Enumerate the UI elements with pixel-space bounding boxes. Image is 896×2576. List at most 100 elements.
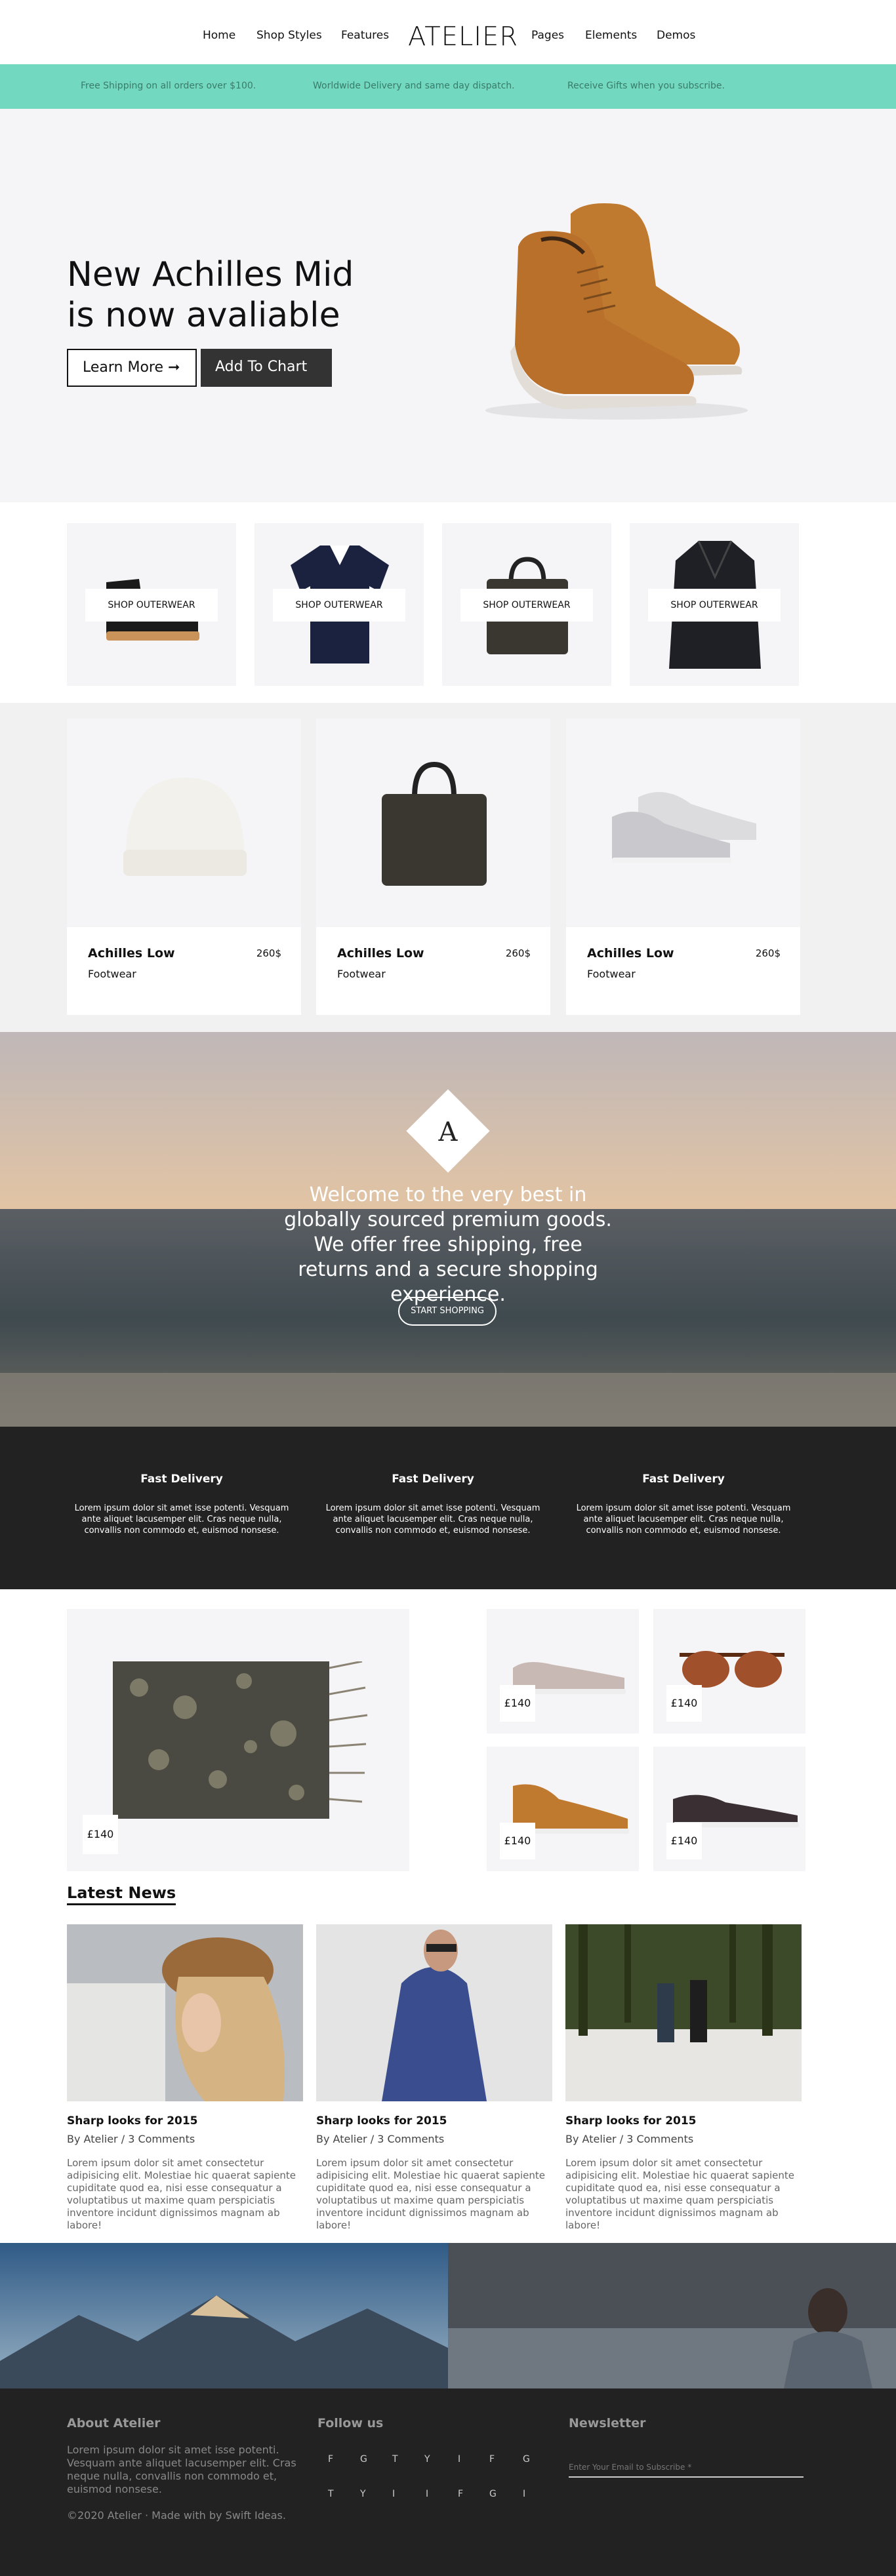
news-card[interactable]: Sharp looks for 2015 By Atelier / 3 Comm… bbox=[67, 1924, 303, 2232]
promo-bar: Free Shipping on all orders over $100. W… bbox=[0, 64, 896, 109]
product-card[interactable]: Achilles Low 260$ Footwear bbox=[67, 719, 301, 1015]
shop-item-small[interactable]: £140 bbox=[653, 1609, 805, 1734]
nav-home[interactable]: Home bbox=[203, 29, 235, 42]
news-body: Lorem ipsum dolor sit amet consectetur a… bbox=[565, 2157, 794, 2231]
category-tile-1[interactable]: SHOP OUTERWEAR bbox=[67, 523, 236, 686]
product-name[interactable]: Achilles Low bbox=[587, 946, 674, 961]
product-name[interactable]: Achilles Low bbox=[88, 946, 175, 961]
sneakers-icon bbox=[612, 792, 756, 863]
latest-news-heading: Latest News bbox=[67, 1884, 176, 1905]
price-tag: £140 bbox=[500, 1685, 535, 1722]
hero-banner: A Welcome to the very best in globally s… bbox=[0, 1032, 896, 1427]
feature-title: Fast Delivery bbox=[392, 1473, 474, 1486]
man-jacket-photo bbox=[316, 1924, 552, 2101]
news-title[interactable]: Sharp looks for 2015 bbox=[67, 2114, 303, 2128]
news-title[interactable]: Sharp looks for 2015 bbox=[565, 2114, 802, 2128]
site-header: Home Shop Styles Features ATELIER Pages … bbox=[0, 0, 896, 64]
social-link[interactable]: I bbox=[392, 2489, 395, 2499]
product-card[interactable]: Achilles Low 260$ Footwear bbox=[566, 719, 800, 1015]
nav-features[interactable]: Features bbox=[341, 29, 389, 42]
copyright-text: ©2020 Atelier · Made with by Swift Ideas… bbox=[67, 2509, 286, 2522]
news-card[interactable]: Sharp looks for 2015 By Atelier / 3 Comm… bbox=[316, 1924, 552, 2232]
learn-more-button[interactable]: Learn More ➞ bbox=[67, 349, 197, 387]
nav-shop-styles[interactable]: Shop Styles bbox=[256, 29, 322, 42]
product-name[interactable]: Achilles Low bbox=[337, 946, 424, 961]
social-link[interactable]: I bbox=[458, 2454, 460, 2465]
price-tag: £140 bbox=[666, 1823, 702, 1859]
promo-delivery: Worldwide Delivery and same day dispatch… bbox=[313, 81, 515, 91]
social-link[interactable]: F bbox=[328, 2454, 333, 2465]
product-image[interactable] bbox=[316, 719, 550, 927]
bag-icon bbox=[382, 761, 487, 886]
price-tag: £140 bbox=[666, 1685, 702, 1722]
site-logo[interactable]: ATELIER bbox=[408, 22, 518, 52]
beanie-icon bbox=[123, 778, 247, 876]
product-category: Footwear bbox=[88, 968, 136, 980]
product-image[interactable] bbox=[67, 719, 301, 927]
snowy-forest-photo bbox=[565, 1924, 802, 2101]
newsletter-heading: Newsletter bbox=[569, 2416, 646, 2430]
gallery-photos bbox=[0, 2243, 896, 2388]
feature-body: Lorem ipsum dolor sit amet isse potenti.… bbox=[74, 1503, 289, 1536]
feature-item: Fast Delivery Lorem ipsum dolor sit amet… bbox=[64, 1473, 300, 1536]
news-title[interactable]: Sharp looks for 2015 bbox=[316, 2114, 552, 2128]
social-link[interactable]: Y bbox=[424, 2454, 430, 2465]
category-label[interactable]: SHOP OUTERWEAR bbox=[460, 589, 593, 622]
product-price: 260$ bbox=[256, 947, 281, 959]
social-link[interactable]: I bbox=[426, 2489, 428, 2499]
category-label[interactable]: SHOP OUTERWEAR bbox=[273, 589, 405, 622]
news-body: Lorem ipsum dolor sit amet consectetur a… bbox=[67, 2157, 296, 2231]
news-meta: By Atelier / 3 Comments bbox=[565, 2133, 694, 2145]
nav-demos[interactable]: Demos bbox=[657, 29, 695, 42]
nav-pages[interactable]: Pages bbox=[531, 29, 564, 42]
add-to-chart-button[interactable]: Add To Chart bbox=[201, 349, 332, 387]
follow-heading: Follow us bbox=[317, 2416, 384, 2430]
social-link[interactable]: I bbox=[523, 2489, 525, 2499]
promo-shipping: Free Shipping on all orders over $100. bbox=[81, 81, 256, 91]
product-price: 260$ bbox=[505, 947, 531, 959]
shop-item-small[interactable]: £140 bbox=[487, 1747, 639, 1871]
shop-item-small[interactable]: £140 bbox=[653, 1747, 805, 1871]
news-card[interactable]: Sharp looks for 2015 By Atelier / 3 Comm… bbox=[565, 1924, 802, 2232]
category-tile-2[interactable]: SHOP OUTERWEAR bbox=[255, 523, 424, 686]
social-link[interactable]: G bbox=[523, 2454, 530, 2465]
social-link[interactable]: F bbox=[489, 2454, 495, 2465]
social-link[interactable]: G bbox=[360, 2454, 367, 2465]
nav-elements[interactable]: Elements bbox=[585, 29, 637, 42]
atelier-emblem-icon: A bbox=[406, 1089, 490, 1173]
social-link[interactable]: T bbox=[328, 2489, 334, 2499]
social-link[interactable]: G bbox=[489, 2489, 497, 2499]
banner-text: Welcome to the very best in globally sou… bbox=[284, 1183, 612, 1306]
newsletter-email-input[interactable] bbox=[569, 2458, 804, 2478]
product-category: Footwear bbox=[587, 968, 636, 980]
start-shopping-button[interactable]: START SHOPPING bbox=[398, 1297, 497, 1326]
woman-hat-photo bbox=[67, 1924, 303, 2101]
product-price: 260$ bbox=[755, 947, 781, 959]
features-section: Fast Delivery Lorem ipsum dolor sit amet… bbox=[0, 1427, 896, 1589]
hero-title: New Achilles Mid is now avaliable bbox=[67, 254, 408, 336]
hero-title-line2: is now avaliable bbox=[67, 296, 340, 335]
shop-item-large[interactable]: £140 bbox=[67, 1609, 409, 1871]
category-tile-4[interactable]: SHOP OUTERWEAR bbox=[630, 523, 799, 686]
news-meta: By Atelier / 3 Comments bbox=[316, 2133, 445, 2145]
scarf-icon bbox=[113, 1661, 368, 1819]
product-card[interactable]: Achilles Low 260$ Footwear bbox=[316, 719, 550, 1015]
news-image[interactable] bbox=[316, 1924, 552, 2101]
hero-section: New Achilles Mid is now avaliable Learn … bbox=[0, 109, 896, 502]
price-tag: £140 bbox=[83, 1815, 118, 1854]
feature-item: Fast Delivery Lorem ipsum dolor sit amet… bbox=[315, 1473, 551, 1536]
category-label[interactable]: SHOP OUTERWEAR bbox=[648, 589, 781, 622]
about-heading: About Atelier bbox=[67, 2416, 161, 2430]
news-meta: By Atelier / 3 Comments bbox=[67, 2133, 195, 2145]
category-label[interactable]: SHOP OUTERWEAR bbox=[85, 589, 218, 622]
news-image[interactable] bbox=[67, 1924, 303, 2101]
social-link[interactable]: Y bbox=[360, 2489, 366, 2499]
news-image[interactable] bbox=[565, 1924, 802, 2101]
promo-gifts: Receive Gifts when you subscribe. bbox=[567, 81, 725, 91]
category-tile-3[interactable]: SHOP OUTERWEAR bbox=[442, 523, 611, 686]
shop-item-small[interactable]: £140 bbox=[487, 1609, 639, 1734]
product-image[interactable] bbox=[566, 719, 800, 927]
feature-title: Fast Delivery bbox=[140, 1473, 223, 1486]
social-link[interactable]: F bbox=[458, 2489, 463, 2499]
social-link[interactable]: T bbox=[392, 2454, 398, 2465]
